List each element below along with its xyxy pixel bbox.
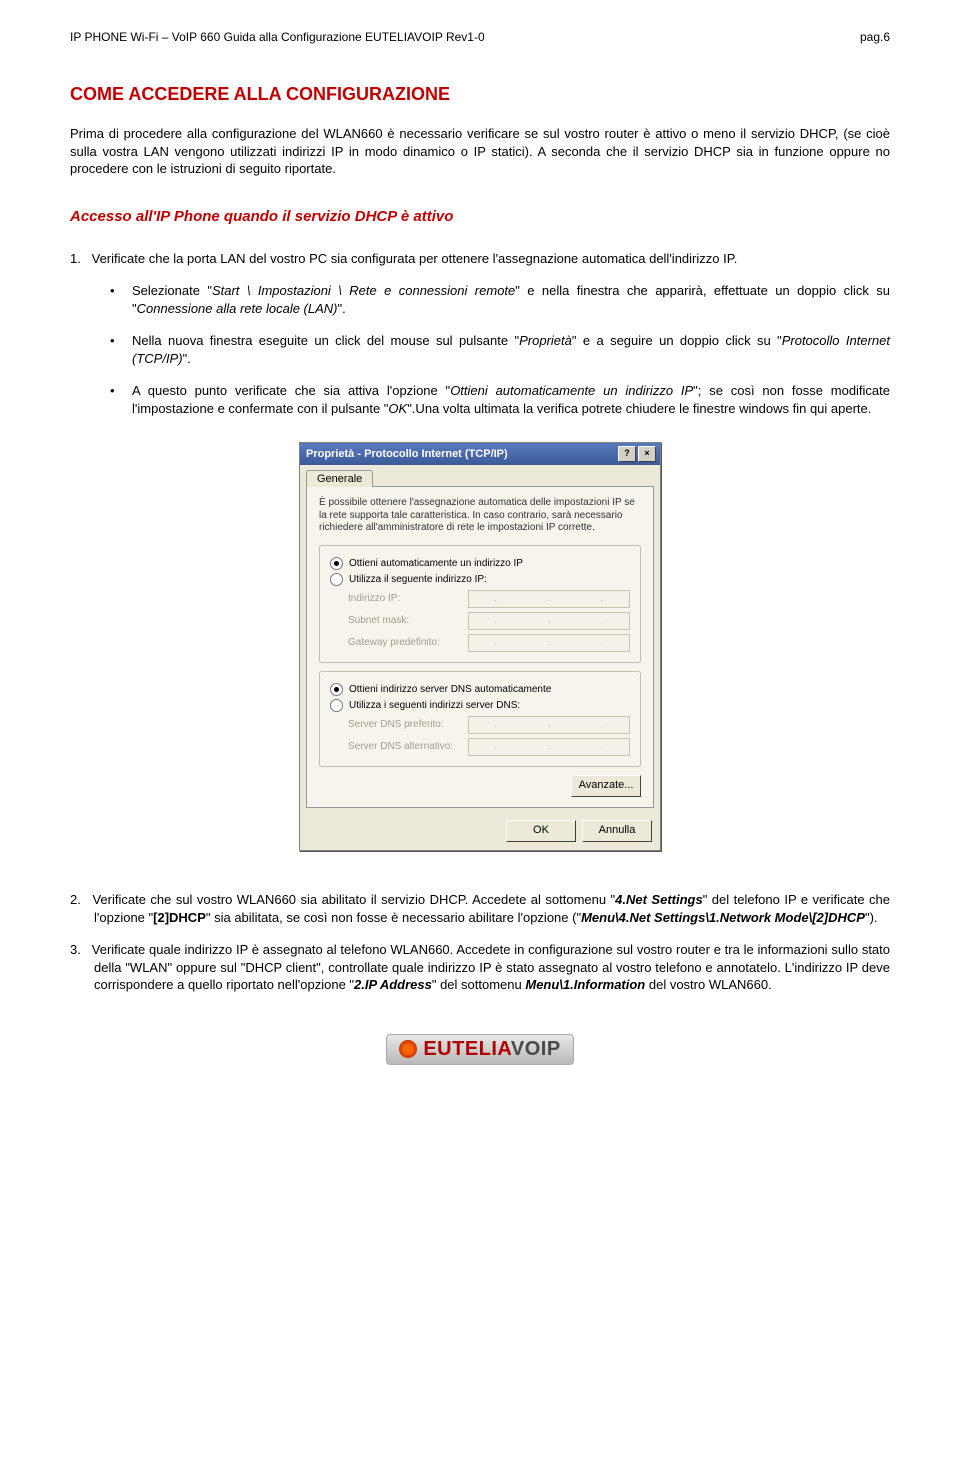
bullet-3-ui2: OK <box>388 401 407 416</box>
label-dns1: Server DNS preferito: <box>348 719 468 730</box>
step-2-t4: "). <box>865 910 878 925</box>
dialog-body: È possibile ottenere l'assegnazione auto… <box>306 486 654 808</box>
step-2-t1: Verificate che sul vostro WLAN660 sia ab… <box>92 892 615 907</box>
section-title: COME ACCEDERE ALLA CONFIGURAZIONE <box>70 84 890 105</box>
field-dns1: Server DNS preferito: ... <box>348 716 630 734</box>
step-2-em2: Menu\4.Net Settings\1.Network Mode\[2]DH… <box>581 910 865 925</box>
bullet-1-ui: Connessione alla rete locale (LAN) <box>137 301 338 316</box>
radio-ip-auto-label: Ottieni automaticamente un indirizzo IP <box>349 558 523 569</box>
header-left: IP PHONE Wi-Fi – VoIP 660 Guida alla Con… <box>70 30 485 44</box>
bullet-3-end: ".Una volta ultimata la verifica potrete… <box>407 401 871 416</box>
tcpip-properties-dialog: Proprietà - Protocollo Internet (TCP/IP)… <box>299 442 661 851</box>
radio-dns-auto-label: Ottieni indirizzo server DNS automaticam… <box>349 684 551 695</box>
bullet-2-text: Nella nuova finestra eseguite un click d… <box>132 333 519 348</box>
intro-paragraph: Prima di procedere alla configurazione d… <box>70 125 890 178</box>
step-3-t3: del vostro WLAN660. <box>645 977 771 992</box>
page-header: IP PHONE Wi-Fi – VoIP 660 Guida alla Con… <box>70 30 890 44</box>
step-1-text: Verificate che la porta LAN del vostro P… <box>92 251 738 266</box>
help-button[interactable]: ? <box>618 446 636 462</box>
euteliavoip-logo: EUTELIAVOIP <box>386 1034 573 1065</box>
step-3-number: 3. <box>70 941 88 959</box>
label-subnet: Subnet mask: <box>348 615 468 626</box>
radio-ip-manual[interactable]: Utilizza il seguente indirizzo IP: <box>330 573 630 586</box>
bullet-2: Nella nuova finestra eseguite un click d… <box>110 332 890 367</box>
dialog-titlebar: Proprietà - Protocollo Internet (TCP/IP)… <box>300 443 660 465</box>
subnet-input: ... <box>468 612 630 630</box>
bullet-1-text: Selezionate " <box>132 283 212 298</box>
step-2-em1: 4.Net Settings <box>615 892 703 907</box>
logo-part2: VOIP <box>511 1038 561 1060</box>
header-right: pag.6 <box>860 30 890 44</box>
logo-burst-icon <box>399 1040 417 1058</box>
step-3-em1: 2.IP Address <box>354 977 432 992</box>
bullet-1-path: Start \ Impostazioni \ Rete e connession… <box>212 283 515 298</box>
radio-ip-manual-label: Utilizza il seguente indirizzo IP: <box>349 574 487 585</box>
gateway-input: ... <box>468 634 630 652</box>
step-3: 3. Verificate quale indirizzo IP è asseg… <box>70 941 890 994</box>
radio-icon <box>330 683 343 696</box>
logo-part1: EUTELIA <box>423 1038 511 1060</box>
bullet-3-text: A questo punto verificate che sia attiva… <box>132 383 450 398</box>
field-gateway: Gateway predefinito: ... <box>348 634 630 652</box>
step-2-b1: [2]DHCP <box>153 910 206 925</box>
ip-input: ... <box>468 590 630 608</box>
field-subnet: Subnet mask: ... <box>348 612 630 630</box>
bullet-2-text2: " e a seguire un doppio click su " <box>572 333 782 348</box>
step-2-t3: " sia abilitata, se così non fosse è nec… <box>206 910 581 925</box>
bullet-1: Selezionate "Start \ Impostazioni \ Rete… <box>110 282 890 317</box>
step-3-em2: Menu\1.Information <box>525 977 645 992</box>
close-button[interactable]: × <box>638 446 656 462</box>
radio-icon <box>330 557 343 570</box>
bullet-2-ui1: Proprietà <box>519 333 572 348</box>
subsection-title: Accesso all'IP Phone quando il servizio … <box>70 208 890 225</box>
field-dns2: Server DNS alternativo: ... <box>348 738 630 756</box>
dialog-title: Proprietà - Protocollo Internet (TCP/IP) <box>306 448 508 460</box>
radio-dns-auto[interactable]: Ottieni indirizzo server DNS automaticam… <box>330 683 630 696</box>
footer-logo: EUTELIAVOIP <box>70 1034 890 1065</box>
radio-icon <box>330 573 343 586</box>
step-1: 1. Verificate che la porta LAN del vostr… <box>70 250 890 268</box>
step-1-number: 1. <box>70 250 88 268</box>
bullet-2-end: ". <box>183 351 191 366</box>
dialog-description: È possibile ottenere l'assegnazione auto… <box>319 497 641 535</box>
bullet-1-end: ". <box>338 301 346 316</box>
ok-button[interactable]: OK <box>506 820 576 842</box>
step-2-number: 2. <box>70 891 88 909</box>
bullet-3-ui1: Ottieni automaticamente un indirizzo IP <box>450 383 693 398</box>
radio-dns-manual-label: Utilizza i seguenti indirizzi server DNS… <box>349 700 520 711</box>
label-gateway: Gateway predefinito: <box>348 637 468 648</box>
radio-dns-manual[interactable]: Utilizza i seguenti indirizzi server DNS… <box>330 699 630 712</box>
radio-ip-auto[interactable]: Ottieni automaticamente un indirizzo IP <box>330 557 630 570</box>
tab-generale[interactable]: Generale <box>306 470 373 487</box>
step-2: 2. Verificate che sul vostro WLAN660 sia… <box>70 891 890 926</box>
dns1-input: ... <box>468 716 630 734</box>
advanced-button[interactable]: Avanzate... <box>571 775 641 797</box>
ip-group: Ottieni automaticamente un indirizzo IP … <box>319 545 641 663</box>
label-ip: Indirizzo IP: <box>348 593 468 604</box>
bullet-3: A questo punto verificate che sia attiva… <box>110 382 890 417</box>
label-dns2: Server DNS alternativo: <box>348 741 468 752</box>
cancel-button[interactable]: Annulla <box>582 820 652 842</box>
dns-group: Ottieni indirizzo server DNS automaticam… <box>319 671 641 767</box>
dns2-input: ... <box>468 738 630 756</box>
radio-icon <box>330 699 343 712</box>
field-ip: Indirizzo IP: ... <box>348 590 630 608</box>
step-3-t2: " del sottomenu <box>432 977 526 992</box>
